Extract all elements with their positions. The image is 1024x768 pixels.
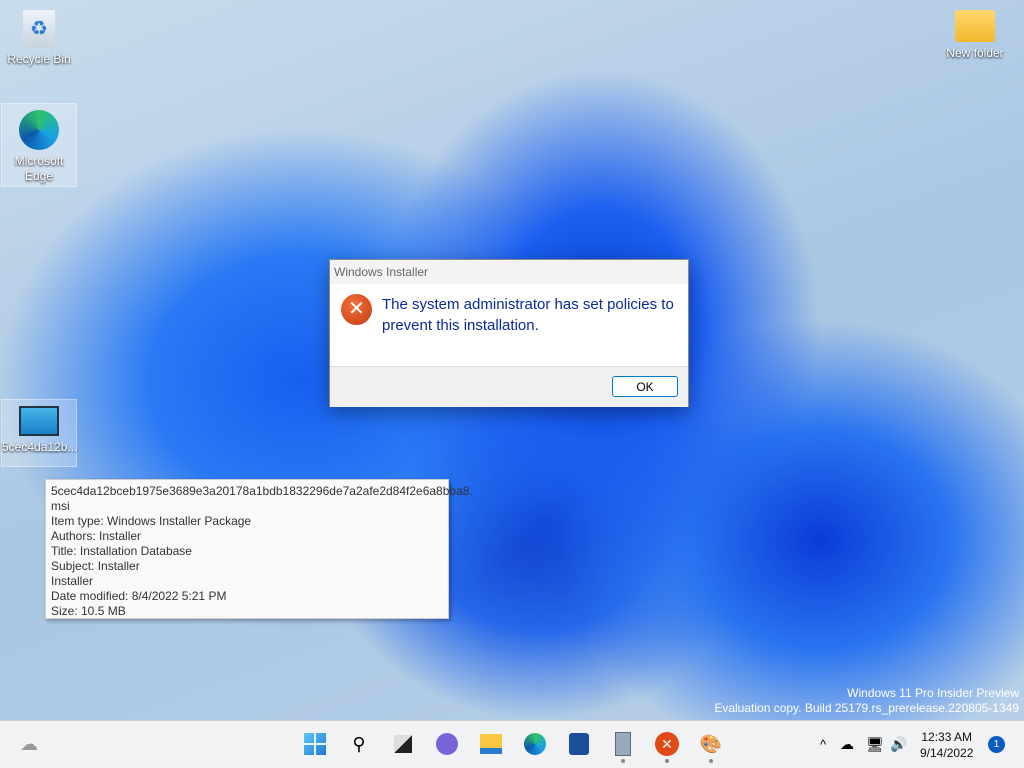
tooltip-line: Title: Installation Database	[51, 544, 192, 558]
task-view-icon[interactable]	[390, 731, 416, 757]
desktop-icon-label: 5cec4da12b...	[2, 440, 78, 454]
error-icon: ✕	[341, 294, 372, 325]
network-icon[interactable]: 🖥	[862, 731, 888, 757]
desktop-icon-msi-file[interactable]: 5cec4da12b...	[1, 399, 77, 467]
clock[interactable]: 12:33 AM 9/14/2022	[920, 729, 973, 761]
running-indicator	[621, 759, 625, 763]
desktop-icon-label: Microsoft Edge	[14, 154, 64, 183]
desktop-icon-edge[interactable]: Microsoft Edge	[1, 103, 77, 187]
running-indicator	[665, 759, 669, 763]
tooltip-line: Subject: Installer	[51, 559, 140, 573]
notification-badge[interactable]: 1	[988, 736, 1005, 753]
watermark-line: Evaluation copy. Build 25179.rs_prerelea…	[714, 701, 1019, 715]
desktop-icon-label: Recycle Bin	[7, 52, 71, 66]
folder-icon	[955, 10, 995, 42]
evaluation-watermark: Windows 11 Pro Insider Preview Evaluatio…	[714, 686, 1019, 716]
onedrive-icon[interactable]: ☁	[834, 731, 860, 757]
dialog-message: The system administrator has set policie…	[382, 296, 674, 334]
edge-icon[interactable]	[522, 731, 548, 757]
error-app-icon[interactable]: ✕	[654, 731, 680, 757]
start-button-icon[interactable]	[302, 731, 328, 757]
file-info-tooltip: 5cec4da12bceb1975e3689e3a20178a1bdb18322…	[45, 479, 473, 619]
running-indicator	[709, 759, 713, 763]
watermark-line: Windows 11 Pro Insider Preview	[847, 686, 1019, 700]
weather-widget-icon[interactable]: ☁	[16, 731, 42, 757]
desktop-icon-label: New folder	[946, 46, 1004, 60]
installer-package-icon	[19, 406, 59, 436]
desktop-icon-recycle-bin[interactable]: ♻ Recycle Bin	[1, 4, 77, 66]
chevron-up-icon[interactable]: ^	[810, 731, 836, 757]
microsoft-store-icon[interactable]	[566, 731, 592, 757]
tooltip-line: Item type: Windows Installer Package	[51, 514, 252, 528]
tooltip-line: Installer	[51, 574, 94, 588]
tooltip-line: 5cec4da12bceb1975e3689e3a20178a1bdb18322…	[51, 484, 473, 498]
tooltip-line: Authors: Installer	[51, 529, 142, 543]
edge-icon	[19, 110, 59, 150]
date: 9/14/2022	[920, 746, 974, 760]
tooltip-line: msi	[51, 499, 70, 513]
volume-icon[interactable]: 🔊	[886, 731, 912, 757]
windows-installer-dialog: Windows Installer ✕ The system administr…	[329, 259, 689, 407]
dialog-title: Windows Installer	[330, 260, 688, 284]
file-explorer-icon[interactable]	[478, 731, 504, 757]
paint-icon[interactable]: 🎨	[698, 731, 724, 757]
time: 12:33 AM	[921, 730, 973, 744]
search-icon[interactable]: ⚲	[346, 731, 372, 757]
installer-app-icon[interactable]	[610, 731, 636, 757]
tooltip-line: Date modified: 8/4/2022 5:21 PM	[51, 589, 227, 603]
taskbar: ☁ ⚲ ✕ 🎨 ^ ☁ 🖥 🔊 12:33 AM 9/14/2022 1	[0, 720, 1024, 768]
teams-chat-icon[interactable]	[434, 731, 460, 757]
recycle-bin-icon: ♻	[23, 10, 55, 48]
ok-button[interactable]: OK	[612, 376, 678, 397]
desktop-icon-new-folder[interactable]: New folder	[937, 4, 1013, 60]
tooltip-line: Size: 10.5 MB	[51, 604, 126, 618]
